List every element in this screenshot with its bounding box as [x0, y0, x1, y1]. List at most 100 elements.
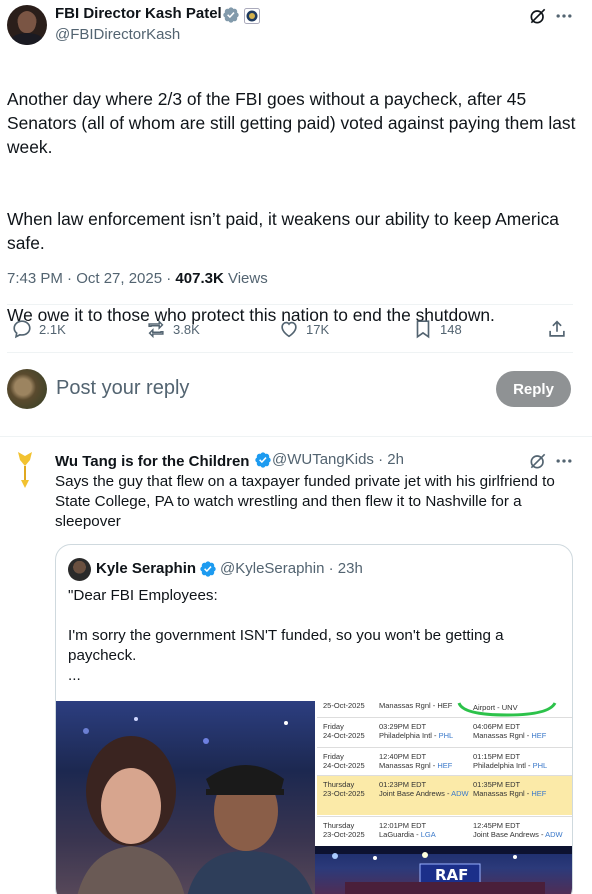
author-name[interactable]: FBI Director Kash Patel [55, 5, 222, 22]
flight-log-screenshot[interactable]: 25-Oct-2025 Manassas Rgnl - HEF Airport … [317, 701, 572, 846]
flight-arrival-time: 01:35PM EDT [473, 780, 521, 789]
selfie-photo[interactable] [56, 701, 315, 894]
bookmark-icon [416, 320, 430, 339]
repost-icon [148, 319, 164, 339]
flight-row: Friday 24-Oct-2025 12:40PM EDT 01:15PM EDT M… [317, 747, 572, 775]
flight-date: 23-Oct-2025 [323, 789, 365, 798]
author-badges [222, 6, 261, 26]
verified-icon [254, 452, 271, 468]
author-name-text[interactable]: FBI Director Kash Patel [55, 5, 222, 22]
reply-count: 2.1K [39, 321, 66, 337]
author-avatar[interactable] [7, 5, 47, 45]
bookmark-count: 148 [440, 321, 462, 337]
reply-author-name-text[interactable]: Wu Tang is for the Children [55, 453, 249, 470]
arena-banner-text: RAF [435, 866, 469, 884]
post-timestamp[interactable]: 7:43 PM · Oct 27, 2025 · [7, 270, 175, 287]
flight-place-name: Manassas Rgnl - [473, 789, 532, 798]
current-user-avatar[interactable] [7, 369, 47, 409]
flight-date: 24-Oct-2025 [323, 761, 365, 770]
airport-code-link[interactable]: HEF [437, 761, 452, 770]
flight-place-name: Philadelphia Intl - [473, 761, 533, 770]
grok-icon[interactable] [528, 6, 548, 26]
flight-arrival-time: 04:06PM EDT [473, 722, 521, 731]
flight-arrival-place: Manassas Rgnl - HEF [473, 789, 565, 798]
flight-date: 23-Oct-2025 [323, 830, 365, 839]
flight-place-name: LaGuardia - [379, 830, 421, 839]
reply-author-name[interactable]: Wu Tang is for the Children [55, 451, 272, 470]
arena-photo[interactable]: RAF [315, 846, 572, 894]
like-action[interactable]: 17K [278, 318, 329, 340]
flight-row: Friday 24-Oct-2025 03:29PM EDT 04:06PM EDT P… [317, 717, 572, 746]
post-body: Another day where 2/3 of the FBI goes wi… [7, 63, 582, 351]
quote-author-handle: @KyleSeraphin · 23h [220, 560, 363, 577]
flight-day: Friday [323, 752, 344, 761]
reply-body: Says the guy that flew on a taxpayer fun… [55, 473, 555, 530]
post-paragraph: When law enforcement isn’t paid, it weak… [7, 209, 559, 253]
flight-departure-place: Philadelphia Intl - PHL [379, 731, 471, 740]
flight-arrival-time: 01:15PM EDT [473, 752, 521, 761]
views-label: Views [223, 270, 268, 287]
flight-place-name: Manassas Rgnl - [473, 731, 532, 740]
quote-body: "Dear FBI Employees: I'm sorry the gover… [68, 587, 504, 684]
divider [7, 304, 573, 305]
like-count: 17K [306, 321, 330, 337]
bookmark-action[interactable]: 148 [412, 318, 462, 340]
airport-code-link[interactable]: PHL [439, 731, 454, 740]
flight-place-name: Philadelphia Intl - [379, 731, 439, 740]
flight-departure-place: LaGuardia - LGA [379, 830, 471, 839]
reply-input[interactable]: Post your reply [56, 377, 189, 400]
divider [7, 352, 573, 353]
repost-action[interactable]: 3.8K [145, 318, 200, 340]
airport-code-link[interactable]: ADW [451, 789, 469, 798]
flight-day: Friday [323, 722, 344, 731]
reply-button[interactable]: Reply [496, 371, 571, 407]
flight-place-name: Joint Base Andrews - [379, 789, 452, 798]
views-count: 407.3K [175, 270, 224, 287]
repost-count: 3.8K [173, 321, 200, 337]
verified-icon [200, 561, 216, 577]
airport-code-link[interactable]: LGA [421, 830, 436, 839]
airport-code-link[interactable]: ADW [545, 830, 563, 839]
flight-departure-time: 01:23PM EDT [379, 780, 427, 789]
flight-departure-time: 12:01PM EDT [379, 821, 427, 830]
quote-author-name: Kyle Seraphin [96, 560, 197, 577]
gov-seal-icon [244, 8, 261, 24]
flight-arrival-place: Philadelphia Intl - PHL [473, 761, 565, 770]
reply-action[interactable]: 2.1K [11, 318, 66, 340]
author-handle[interactable]: @FBIDirectorKash [55, 26, 180, 43]
flight-place-name: Manassas Rgnl - [379, 761, 438, 770]
post-meta: 7:43 PM · Oct 27, 2025 · 407.3K Views [7, 270, 268, 287]
share-icon [549, 320, 565, 337]
airport-code-link[interactable]: PHL [533, 761, 548, 770]
flight-row: Thursday 23-Oct-2025 12:01PM EDT 12:45PM ED… [317, 816, 572, 844]
more-icon[interactable] [554, 6, 574, 26]
reply-icon [13, 320, 31, 339]
selfie-photo-illustration [77, 717, 313, 894]
flight-arrival-time: 12:45PM EDT [473, 821, 521, 830]
flight-row: Thursday 23-Oct-2025 01:23PM EDT 01:35PM ED… [317, 775, 572, 815]
flight-place-name: Joint Base Andrews - [473, 830, 546, 839]
quoted-post[interactable]: Kyle Seraphin @KyleSeraphin · 23h "Dear … [55, 544, 573, 894]
quote-author-avatar [68, 558, 91, 581]
flight-departure-place: Joint Base Andrews - ADW [379, 789, 471, 798]
flight-arrival-place: Manassas Rgnl - HEF [473, 731, 565, 740]
flight-arrival-place: Joint Base Andrews - ADW [473, 830, 565, 839]
airport-code-link[interactable]: HEF [531, 731, 546, 740]
airport-code-link[interactable]: HEF [531, 789, 546, 798]
flight-departure-time: 03:29PM EDT [379, 722, 427, 731]
flight-departure-time: 12:40PM EDT [379, 752, 427, 761]
flight-date: 24-Oct-2025 [323, 731, 365, 740]
verified-icon [223, 7, 239, 23]
more-icon[interactable] [554, 451, 574, 471]
flight-date: 25-Oct-2025 [323, 701, 365, 710]
like-icon [281, 321, 297, 338]
divider [0, 436, 592, 437]
grok-icon[interactable] [528, 451, 548, 471]
reply-author-avatar[interactable] [10, 450, 40, 490]
flight-day: Thursday [323, 780, 355, 789]
share-action[interactable] [546, 318, 568, 340]
flight-place: Manassas Rgnl - HEF [379, 701, 453, 710]
flight-row-partial: 25-Oct-2025 Manassas Rgnl - HEF Airport … [317, 701, 572, 717]
flight-day: Thursday [323, 821, 355, 830]
reply-author-handle[interactable]: @WUTangKids · 2h [272, 451, 404, 468]
